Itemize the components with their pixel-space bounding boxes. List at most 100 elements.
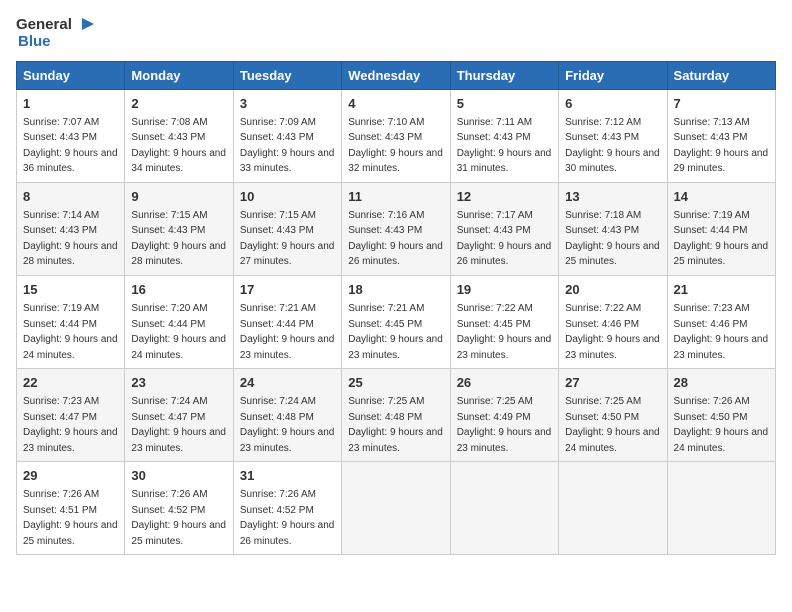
page-header: General Blue (16, 16, 776, 51)
calendar-cell (559, 462, 667, 555)
calendar-cell: 30 Sunrise: 7:26 AMSunset: 4:52 PMDayligh… (125, 462, 233, 555)
day-number: 23 (131, 374, 226, 392)
calendar-cell: 26 Sunrise: 7:25 AMSunset: 4:49 PMDayligh… (450, 369, 558, 462)
day-number: 8 (23, 188, 118, 206)
calendar-cell: 14 Sunrise: 7:19 AMSunset: 4:44 PMDayligh… (667, 182, 775, 275)
day-info: Sunrise: 7:07 AMSunset: 4:43 PMDaylight:… (23, 117, 118, 175)
day-info: Sunrise: 7:24 AMSunset: 4:48 PMDaylight:… (240, 396, 335, 454)
calendar-cell: 6 Sunrise: 7:12 AMSunset: 4:43 PMDaylight… (559, 89, 667, 182)
calendar-cell: 11 Sunrise: 7:16 AMSunset: 4:43 PMDayligh… (342, 182, 450, 275)
day-info: Sunrise: 7:16 AMSunset: 4:43 PMDaylight:… (348, 210, 443, 268)
day-number: 16 (131, 281, 226, 299)
day-number: 13 (565, 188, 660, 206)
day-info: Sunrise: 7:22 AMSunset: 4:45 PMDaylight:… (457, 303, 552, 361)
calendar-cell (450, 462, 558, 555)
day-info: Sunrise: 7:25 AMSunset: 4:48 PMDaylight:… (348, 396, 443, 454)
day-number: 19 (457, 281, 552, 299)
day-number: 27 (565, 374, 660, 392)
day-info: Sunrise: 7:26 AMSunset: 4:51 PMDaylight:… (23, 489, 118, 547)
logo-flag-icon (74, 16, 96, 34)
weekday-header-tuesday: Tuesday (233, 61, 341, 89)
calendar-cell: 19 Sunrise: 7:22 AMSunset: 4:45 PMDayligh… (450, 275, 558, 368)
calendar-cell: 1 Sunrise: 7:07 AMSunset: 4:43 PMDaylight… (17, 89, 125, 182)
calendar-cell: 15 Sunrise: 7:19 AMSunset: 4:44 PMDayligh… (17, 275, 125, 368)
calendar-cell: 24 Sunrise: 7:24 AMSunset: 4:48 PMDayligh… (233, 369, 341, 462)
calendar-week-5: 29 Sunrise: 7:26 AMSunset: 4:51 PMDayligh… (17, 462, 776, 555)
day-number: 17 (240, 281, 335, 299)
day-number: 30 (131, 467, 226, 485)
calendar-cell (342, 462, 450, 555)
day-number: 3 (240, 95, 335, 113)
day-info: Sunrise: 7:26 AMSunset: 4:52 PMDaylight:… (131, 489, 226, 547)
day-info: Sunrise: 7:21 AMSunset: 4:45 PMDaylight:… (348, 303, 443, 361)
day-number: 6 (565, 95, 660, 113)
day-info: Sunrise: 7:25 AMSunset: 4:49 PMDaylight:… (457, 396, 552, 454)
calendar-cell: 12Sunrise: 7:17 AMSunset: 4:43 PMDayligh… (450, 182, 558, 275)
day-info: Sunrise: 7:15 AMSunset: 4:43 PMDaylight:… (131, 210, 226, 268)
day-number: 4 (348, 95, 443, 113)
calendar-cell: 10 Sunrise: 7:15 AMSunset: 4:43 PMDayligh… (233, 182, 341, 275)
day-info: Sunrise: 7:13 AMSunset: 4:43 PMDaylight:… (674, 117, 769, 175)
day-info: Sunrise: 7:26 AMSunset: 4:50 PMDaylight:… (674, 396, 769, 454)
day-number: 29 (23, 467, 118, 485)
day-number: 7 (674, 95, 769, 113)
day-number: 21 (674, 281, 769, 299)
weekday-header-friday: Friday (559, 61, 667, 89)
day-number: 15 (23, 281, 118, 299)
calendar-cell: 4Sunrise: 7:10 AMSunset: 4:43 PMDaylight… (342, 89, 450, 182)
day-number: 9 (131, 188, 226, 206)
weekday-header-saturday: Saturday (667, 61, 775, 89)
calendar-cell: 29 Sunrise: 7:26 AMSunset: 4:51 PMDayligh… (17, 462, 125, 555)
calendar-cell: 21 Sunrise: 7:23 AMSunset: 4:46 PMDayligh… (667, 275, 775, 368)
weekday-header-thursday: Thursday (450, 61, 558, 89)
day-number: 14 (674, 188, 769, 206)
day-info: Sunrise: 7:24 AMSunset: 4:47 PMDaylight:… (131, 396, 226, 454)
day-number: 10 (240, 188, 335, 206)
calendar-week-4: 22Sunrise: 7:23 AMSunset: 4:47 PMDayligh… (17, 369, 776, 462)
day-number: 11 (348, 188, 443, 206)
day-info: Sunrise: 7:25 AMSunset: 4:50 PMDaylight:… (565, 396, 660, 454)
calendar-cell: 3 Sunrise: 7:09 AMSunset: 4:43 PMDaylight… (233, 89, 341, 182)
calendar-cell: 27 Sunrise: 7:25 AMSunset: 4:50 PMDayligh… (559, 369, 667, 462)
calendar-cell (667, 462, 775, 555)
calendar-week-3: 15 Sunrise: 7:19 AMSunset: 4:44 PMDayligh… (17, 275, 776, 368)
day-number: 26 (457, 374, 552, 392)
logo: General Blue (16, 16, 96, 51)
day-number: 25 (348, 374, 443, 392)
weekday-header-sunday: Sunday (17, 61, 125, 89)
day-info: Sunrise: 7:11 AMSunset: 4:43 PMDaylight:… (457, 117, 552, 175)
day-number: 24 (240, 374, 335, 392)
calendar-cell: 16 Sunrise: 7:20 AMSunset: 4:44 PMDayligh… (125, 275, 233, 368)
day-info: Sunrise: 7:18 AMSunset: 4:43 PMDaylight:… (565, 210, 660, 268)
logo-general: General (16, 17, 72, 34)
day-info: Sunrise: 7:19 AMSunset: 4:44 PMDaylight:… (674, 210, 769, 268)
day-info: Sunrise: 7:17 AMSunset: 4:43 PMDaylight:… (457, 210, 552, 268)
day-info: Sunrise: 7:19 AMSunset: 4:44 PMDaylight:… (23, 303, 118, 361)
calendar-cell: 13 Sunrise: 7:18 AMSunset: 4:43 PMDayligh… (559, 182, 667, 275)
day-number: 22 (23, 374, 118, 392)
calendar-cell: 31Sunrise: 7:26 AMSunset: 4:52 PMDayligh… (233, 462, 341, 555)
day-number: 1 (23, 95, 118, 113)
calendar-week-1: 1 Sunrise: 7:07 AMSunset: 4:43 PMDaylight… (17, 89, 776, 182)
weekday-header-monday: Monday (125, 61, 233, 89)
day-info: Sunrise: 7:12 AMSunset: 4:43 PMDaylight:… (565, 117, 660, 175)
day-number: 2 (131, 95, 226, 113)
weekday-header-wednesday: Wednesday (342, 61, 450, 89)
calendar-cell: 8Sunrise: 7:14 AMSunset: 4:43 PMDaylight… (17, 182, 125, 275)
day-info: Sunrise: 7:22 AMSunset: 4:46 PMDaylight:… (565, 303, 660, 361)
day-info: Sunrise: 7:09 AMSunset: 4:43 PMDaylight:… (240, 117, 335, 175)
day-info: Sunrise: 7:08 AMSunset: 4:43 PMDaylight:… (131, 117, 226, 175)
calendar-cell: 20Sunrise: 7:22 AMSunset: 4:46 PMDayligh… (559, 275, 667, 368)
calendar-cell: 7 Sunrise: 7:13 AMSunset: 4:43 PMDaylight… (667, 89, 775, 182)
calendar-table: SundayMondayTuesdayWednesdayThursdayFrid… (16, 61, 776, 556)
day-number: 31 (240, 467, 335, 485)
calendar-cell: 17Sunrise: 7:21 AMSunset: 4:44 PMDayligh… (233, 275, 341, 368)
calendar-cell: 5 Sunrise: 7:11 AMSunset: 4:43 PMDaylight… (450, 89, 558, 182)
day-info: Sunrise: 7:23 AMSunset: 4:46 PMDaylight:… (674, 303, 769, 361)
calendar-cell: 23 Sunrise: 7:24 AMSunset: 4:47 PMDayligh… (125, 369, 233, 462)
day-number: 18 (348, 281, 443, 299)
calendar-week-2: 8Sunrise: 7:14 AMSunset: 4:43 PMDaylight… (17, 182, 776, 275)
day-info: Sunrise: 7:20 AMSunset: 4:44 PMDaylight:… (131, 303, 226, 361)
day-info: Sunrise: 7:15 AMSunset: 4:43 PMDaylight:… (240, 210, 335, 268)
day-number: 5 (457, 95, 552, 113)
